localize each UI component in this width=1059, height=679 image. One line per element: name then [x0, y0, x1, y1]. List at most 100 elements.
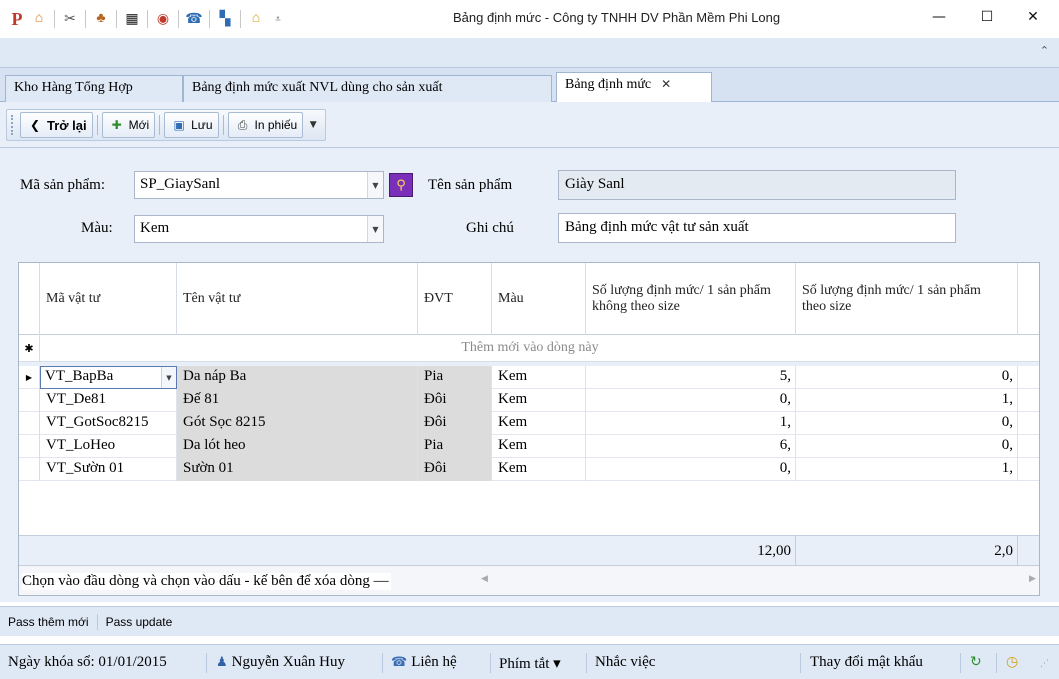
cell-name[interactable]: Da lót heo — [177, 435, 418, 458]
ribbon-collapse-icon[interactable]: ⌃ — [1040, 44, 1049, 57]
close-button[interactable]: ✕ — [1010, 0, 1056, 34]
cell-unit[interactable]: Đôi — [418, 458, 492, 481]
cell-code[interactable]: VT_De81 — [40, 389, 177, 412]
shortcuts-menu[interactable]: Phím tắt ▾ — [499, 654, 561, 673]
column-header[interactable]: Màu — [492, 263, 586, 335]
cell-code[interactable]: VT_LoHeo — [40, 435, 177, 458]
cell-name[interactable]: Gót Sọc 8215 — [177, 412, 418, 435]
house-icon[interactable]: ⌂ — [245, 8, 267, 30]
main-panel: Mã sản phẩm: SP_GiaySanl ▼ ⚲ Tên sản phẩ… — [0, 148, 1059, 602]
column-header[interactable]: ĐVT — [418, 263, 492, 335]
app-logo-icon[interactable]: P — [6, 8, 28, 30]
cell-qty-size[interactable]: 1, — [796, 389, 1018, 412]
cell-qty-nosize[interactable]: 6, — [586, 435, 796, 458]
cell-qty-size[interactable]: 0, — [796, 435, 1018, 458]
table-row[interactable]: VT_LoHeo Da lót heo Pia Kem 6, 0, — [19, 435, 1039, 458]
toolbar-overflow-icon[interactable]: ▼ — [305, 112, 321, 138]
cell-color[interactable]: Kem — [492, 458, 586, 481]
column-header[interactable]: Mã vật tư — [40, 263, 177, 335]
cell-qty-nosize[interactable]: 0, — [586, 389, 796, 412]
cell-unit[interactable]: Đôi — [418, 389, 492, 412]
toolbar-grip[interactable] — [11, 115, 14, 135]
save-button[interactable]: ▣ Lưu — [164, 112, 219, 138]
table-row[interactable]: ▶ VT_BapBa ▼ Da náp Ba Pia Kem 5, 0, — [19, 366, 1039, 389]
chevron-down-icon[interactable]: ▼ — [161, 367, 176, 388]
print-button[interactable]: ⎙ In phiếu — [227, 112, 304, 138]
column-header[interactable]: Số lượng định mức/ 1 sản phẩm theo size — [796, 263, 1018, 335]
product-code-label: Mã sản phẩm: — [20, 177, 105, 193]
table-row[interactable]: VT_Sườn 01 Sườn 01 Đôi Kem 0, 1, — [19, 458, 1039, 481]
total-qty-size: 2,0 — [796, 536, 1018, 566]
horizontal-scrollbar[interactable]: Chọn vào đầu dòng và chọn vào dấu - kế b… — [19, 565, 1039, 595]
tab-kho-hang[interactable]: Kho Hàng Tổng Hợp — [5, 75, 183, 102]
cell-code[interactable]: VT_GotSoc8215 — [40, 412, 177, 435]
scissors-icon[interactable]: ✂ — [59, 8, 81, 30]
cell-name[interactable]: Đế 81 — [177, 389, 418, 412]
product-code-combo[interactable]: SP_GiaySanl ▼ — [134, 171, 384, 199]
customize-icon[interactable]: ⩡ — [267, 8, 289, 30]
cell-qty-size[interactable]: 1, — [796, 458, 1018, 481]
cell-code[interactable]: VT_Sườn 01 — [40, 458, 177, 481]
movie-icon[interactable]: ▦ — [121, 8, 143, 30]
status-pass-new[interactable]: Pass thêm mới — [0, 613, 98, 630]
resize-grip-icon[interactable]: ⋰ — [1040, 659, 1049, 669]
save-label: Lưu — [191, 118, 213, 132]
cell-unit[interactable]: Pia — [418, 435, 492, 458]
current-row-icon[interactable]: ▶ — [19, 366, 40, 389]
scroll-left-icon[interactable]: ◀ — [481, 574, 488, 584]
home-icon[interactable]: ⌂ — [28, 8, 50, 30]
cell-color[interactable]: Kem — [492, 435, 586, 458]
tab-dinh-muc-xuat[interactable]: Bảng định mức xuất NVL dùng cho sản xuất — [183, 75, 552, 102]
eye-icon[interactable]: ◉ — [152, 8, 174, 30]
cell-name[interactable]: Sườn 01 — [177, 458, 418, 481]
minimize-button[interactable]: — — [916, 0, 962, 34]
cell-qty-nosize[interactable]: 0, — [586, 458, 796, 481]
note-field[interactable]: Bảng định mức vật tư sản xuất — [558, 213, 956, 243]
back-label: Trở lại — [47, 117, 87, 133]
color-combo[interactable]: Kem ▼ — [134, 215, 384, 243]
tab-bang-dinh-muc[interactable]: Bảng định mức ✕ — [556, 72, 712, 103]
ribbon-strip: ⌃ — [0, 38, 1059, 68]
printer-icon: ⎙ — [237, 117, 248, 132]
row-indicator[interactable] — [19, 389, 40, 412]
column-header[interactable]: Số lượng định mức/ 1 sản phẩm không theo… — [586, 263, 796, 335]
row-indicator[interactable] — [19, 435, 40, 458]
back-button[interactable]: ❮ Trở lại — [20, 112, 93, 138]
cell-qty-size[interactable]: 0, — [796, 412, 1018, 435]
cell-name[interactable]: Da náp Ba — [177, 366, 418, 389]
cell-qty-nosize[interactable]: 1, — [586, 412, 796, 435]
maximize-button[interactable]: ☐ — [964, 0, 1010, 34]
tab-close-icon[interactable]: ✕ — [661, 77, 671, 91]
cell-color[interactable]: Kem — [492, 366, 586, 389]
lookup-search-icon[interactable]: ⚲ — [389, 173, 413, 197]
alarm-clock-icon[interactable]: ◷ — [1006, 654, 1018, 670]
row-indicator[interactable] — [19, 412, 40, 435]
cell-color[interactable]: Kem — [492, 412, 586, 435]
change-password-button[interactable]: Thay đổi mật khẩu — [810, 654, 923, 671]
cell-unit[interactable]: Pia — [418, 366, 492, 389]
table-row[interactable]: VT_De81 Đế 81 Đôi Kem 0, 1, — [19, 389, 1039, 412]
phone-icon[interactable]: ☎ — [183, 8, 205, 30]
user-icon: ♟ — [216, 655, 228, 670]
people-icon[interactable]: ♣ — [90, 8, 112, 30]
refresh-icon[interactable]: ↻ — [970, 654, 982, 670]
material-code-editor[interactable]: VT_BapBa ▼ — [40, 366, 177, 389]
cell-color[interactable]: Kem — [492, 389, 586, 412]
current-user[interactable]: ♟ Nguyễn Xuân Huy — [216, 654, 345, 671]
cell-qty-size[interactable]: 0, — [796, 366, 1018, 389]
reminder-button[interactable]: Nhắc việc — [595, 654, 655, 671]
new-button[interactable]: ✚ Mới — [101, 112, 156, 138]
cell-unit[interactable]: Đôi — [418, 412, 492, 435]
chevron-down-icon[interactable]: ▼ — [367, 216, 383, 242]
table-row[interactable]: VT_GotSoc8215 Gót Sọc 8215 Đôi Kem 1, 0, — [19, 412, 1039, 435]
scroll-right-icon[interactable]: ▶ — [1029, 574, 1036, 584]
new-row[interactable]: ✱ Thêm mới vào dòng này — [19, 335, 1039, 362]
windows-icon[interactable]: ▚ — [214, 8, 236, 30]
column-header[interactable]: Tên vật tư — [177, 263, 418, 335]
contact-button[interactable]: ☎ Liên hệ — [391, 654, 457, 671]
row-indicator[interactable] — [19, 458, 40, 481]
cell-qty-nosize[interactable]: 5, — [586, 366, 796, 389]
chevron-down-icon[interactable]: ▼ — [367, 172, 383, 198]
product-name-field[interactable]: Giày Sanl — [558, 170, 956, 200]
status-pass-update[interactable]: Pass update — [98, 614, 181, 630]
